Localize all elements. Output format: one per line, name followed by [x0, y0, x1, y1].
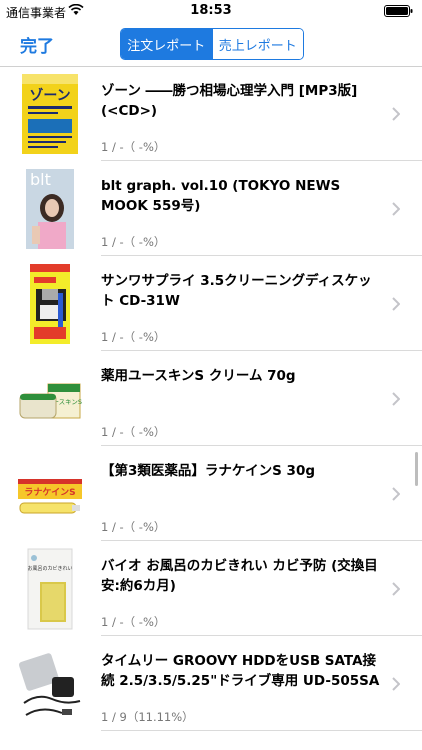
product-thumbnail: お風呂のカビきれい	[27, 548, 73, 630]
chevron-right-icon	[392, 677, 400, 691]
row-divider	[101, 540, 422, 541]
list-item[interactable]: タイムリー GROOVY HDDをUSB SATA接続 2.5/3.5/5.25…	[0, 637, 422, 731]
chevron-right-icon	[392, 202, 400, 216]
list-item[interactable]: ゾーン ゾーン ――勝つ相場心理学入門 [MP3版] (<CD>) 1 / -（…	[0, 67, 422, 161]
product-title: バイオ お風呂のカビきれい カビ予防 (交換目安:約6カ月)	[101, 558, 378, 594]
order-stat: 1 / -（ -%）	[101, 615, 166, 629]
list-item[interactable]: blt blt graph. vol.10 (TOKYO NEWS MOOK 5…	[0, 162, 422, 256]
product-title: サンワサプライ 3.5クリーニングディスケット CD-31W	[101, 273, 372, 309]
row-divider	[101, 730, 422, 731]
product-title: 薬用ユースキンS クリーム 70g	[101, 368, 296, 384]
chevron-right-icon	[392, 392, 400, 406]
product-thumbnail: blt	[26, 169, 74, 249]
clock: 18:53	[190, 3, 232, 18]
chevron-right-icon	[392, 297, 400, 311]
status-bar: 通信事業者 18:53	[0, 0, 422, 22]
product-thumbnail: ラナケインS	[18, 479, 82, 514]
done-button[interactable]: 完了	[20, 32, 54, 57]
row-divider	[101, 445, 422, 446]
order-stat: 1 / -（ -%）	[101, 140, 166, 154]
battery-icon	[384, 5, 413, 17]
order-stat: 1 / -（ -%）	[101, 235, 166, 249]
chevron-right-icon	[392, 582, 400, 596]
chevron-right-icon	[392, 487, 400, 501]
row-divider	[101, 350, 422, 351]
product-thumbnail	[30, 264, 70, 344]
product-title: blt graph. vol.10 (TOKYO NEWS MOOK 559号)	[101, 178, 341, 214]
row-divider	[101, 255, 422, 256]
thumb-ointment-label: ラナケインS	[24, 487, 75, 498]
navigation-bar: 完了 注文レポート 売上レポート	[0, 22, 422, 67]
thumb-magazine-title: blt	[30, 170, 51, 189]
segment-order-report[interactable]: 注文レポート	[121, 29, 212, 59]
order-stat: 1 / -（ -%）	[101, 425, 166, 439]
product-thumbnail: ユースキンS	[19, 383, 82, 419]
row-divider	[101, 635, 422, 636]
row-divider	[101, 160, 422, 161]
product-title: ゾーン ――勝つ相場心理学入門 [MP3版] (<CD>)	[101, 83, 358, 119]
scroll-indicator[interactable]	[415, 452, 418, 486]
chevron-right-icon	[392, 107, 400, 121]
product-thumbnail: ゾーン	[22, 74, 78, 154]
product-thumbnail	[18, 653, 81, 716]
thumb-bath-label: お風呂のカビきれい	[27, 565, 72, 572]
list-item[interactable]: ユースキンS 薬用ユースキンS クリーム 70g 1 / -（ -%）	[0, 352, 422, 446]
report-type-segmented-control: 注文レポート 売上レポート	[120, 28, 304, 60]
list-item[interactable]: お風呂のカビきれい バイオ お風呂のカビきれい カビ予防 (交換目安:約6カ月)…	[0, 542, 422, 636]
product-title: タイムリー GROOVY HDDをUSB SATA接続 2.5/3.5/5.25…	[101, 653, 380, 689]
list-item[interactable]: ラナケインS 【第3類医薬品】ラナケインS 30g 1 / -（ -%）	[0, 447, 422, 541]
thumb-book-title: ゾーン	[29, 87, 70, 104]
order-stat: 1 / 9（11.11%）	[101, 710, 194, 724]
order-stat: 1 / -（ -%）	[101, 330, 166, 344]
product-title: 【第3類医薬品】ラナケインS 30g	[101, 463, 315, 479]
list-item[interactable]: サンワサプライ 3.5クリーニングディスケット CD-31W 1 / -（ -%…	[0, 257, 422, 351]
order-stat: 1 / -（ -%）	[101, 520, 166, 534]
segment-sales-report[interactable]: 売上レポート	[211, 29, 303, 59]
